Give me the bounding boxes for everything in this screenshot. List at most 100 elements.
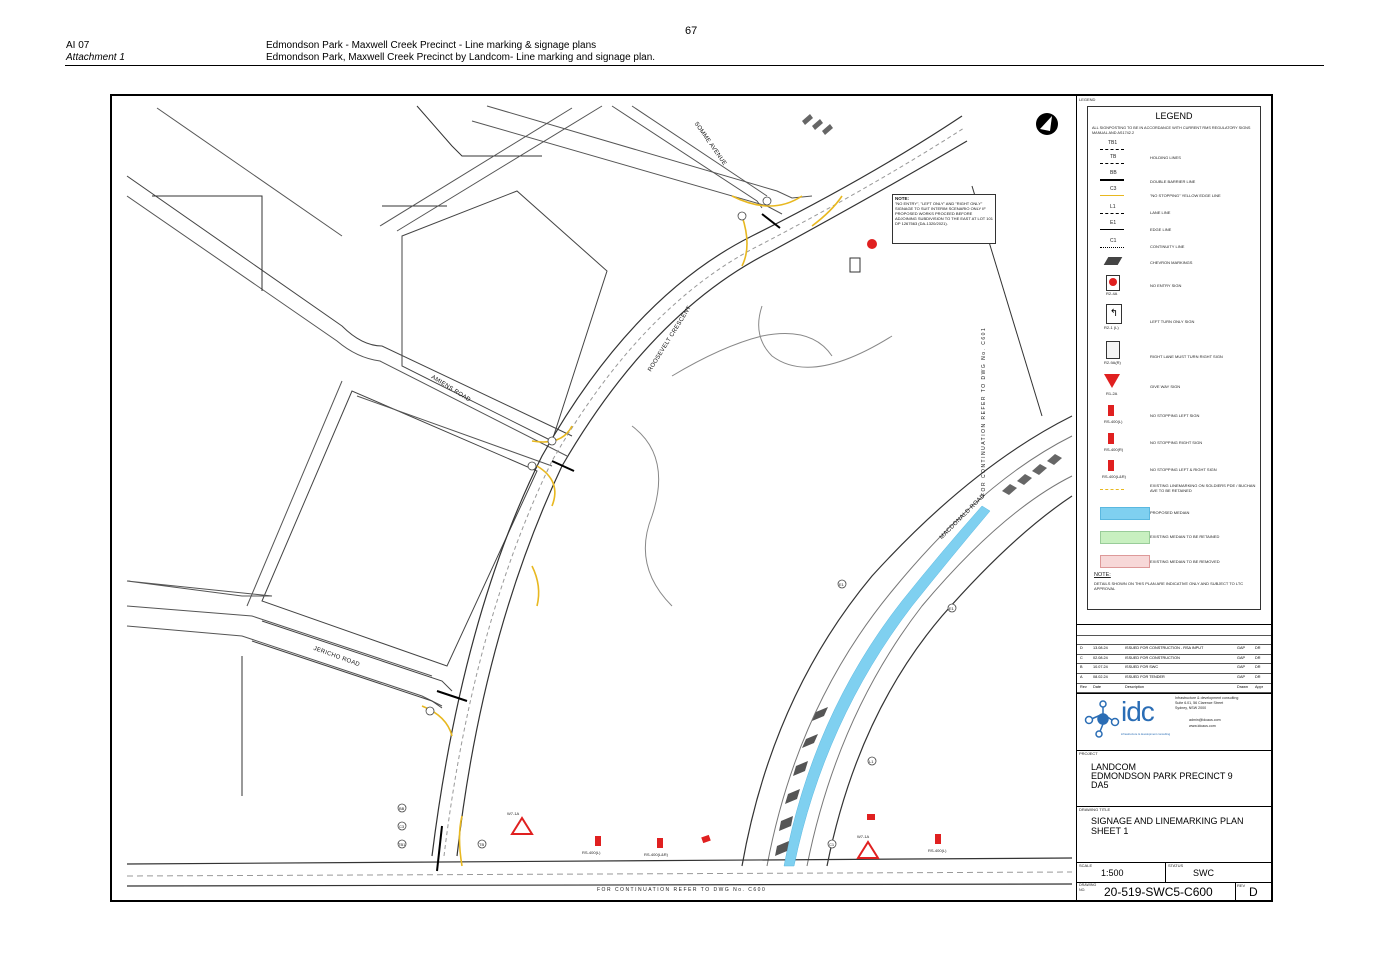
legend-label-removed-median: EXISTING MEDIAN TO BE REMOVED bbox=[1150, 559, 1220, 564]
legend-label-chevron: CHEVRON MARKINGS bbox=[1150, 260, 1193, 265]
revision-cell: D bbox=[1080, 646, 1083, 651]
revision-cell: 08.02.24 bbox=[1093, 675, 1108, 679]
project-line-2: EDMONDSON PARK PRECINCT 9 bbox=[1091, 771, 1233, 781]
callout-e1: E1 bbox=[839, 582, 844, 587]
legend-code-l1: L1 bbox=[1110, 204, 1116, 210]
legend-label-no-entry: NO ENTRY SIGN bbox=[1150, 283, 1182, 288]
drawing-no-value: 20-519-SWC5-C600 bbox=[1104, 885, 1213, 899]
revision-cell: ISSUED FOR CONSTRUCTION bbox=[1125, 655, 1180, 660]
legend-code-r24a: R2-4A bbox=[1106, 291, 1118, 296]
header-title-1: Edmondson Park - Maxwell Creek Precinct … bbox=[266, 40, 597, 51]
sign-label-rs-lr: RS-400(L&R) bbox=[644, 852, 669, 857]
scale-label: SCALE bbox=[1079, 863, 1093, 868]
legend-right-lane-icon bbox=[1106, 341, 1120, 359]
legend-code-rs400l: RS-400(L) bbox=[1104, 419, 1123, 424]
header-item: AI 07 bbox=[66, 40, 90, 51]
legend-left-turn-icon: ↰ bbox=[1106, 304, 1122, 324]
legend-no-stop-left-icon bbox=[1108, 405, 1114, 416]
legend-label-c3: "NO STOPPING" YELLOW EDGE LINE bbox=[1150, 193, 1221, 198]
revision-cell: GAP bbox=[1237, 675, 1246, 679]
legend-code-c1: C1 bbox=[1110, 238, 1117, 244]
callout-c3: C3 bbox=[399, 824, 405, 829]
legend-code-e1: E1 bbox=[1110, 220, 1117, 226]
revision-cell: DR bbox=[1255, 655, 1261, 660]
drawing-note: NOTE: "NO ENTRY", "LEFT ONLY" AND "RIGHT… bbox=[892, 194, 996, 244]
revision-cell: DR bbox=[1255, 665, 1261, 670]
signs bbox=[510, 239, 941, 859]
revision-cell: Description bbox=[1125, 684, 1144, 689]
rev-value: D bbox=[1249, 885, 1258, 899]
project-line-3: DA5 bbox=[1091, 780, 1109, 790]
revision-table: D 13.08.24 ISSUED FOR CONSTRUCTION - RSA I… bbox=[1077, 624, 1271, 694]
revision-cell: 10.07.24 bbox=[1093, 665, 1108, 670]
revision-cell: GAP bbox=[1237, 646, 1246, 651]
north-arrow bbox=[1036, 113, 1058, 135]
header-rule bbox=[65, 65, 1324, 66]
drawing-no-label: DRAWING NO. bbox=[1079, 883, 1097, 892]
legend-intro: ALL SIGNPOSTING TO BE IN ACCORDANCE WITH… bbox=[1092, 126, 1251, 135]
legend-note-title: NOTE: bbox=[1094, 572, 1111, 578]
scale-value: 1:500 bbox=[1101, 868, 1124, 878]
legend-label-bb: DOUBLE BARRIER LINE bbox=[1150, 179, 1196, 184]
rev-label: REV bbox=[1237, 883, 1246, 888]
callout-tb1: TB1 bbox=[398, 842, 406, 847]
callout-tb: TB bbox=[479, 842, 485, 847]
revision-cell: DR bbox=[1255, 675, 1261, 679]
continuation-right: FOR CONTINUATION REFER TO DWG No. C601 bbox=[981, 326, 987, 496]
legend-label-e1: EDGE LINE bbox=[1150, 227, 1172, 232]
continuation-bottom: FOR CONTINUATION REFER TO DWG No. C600 bbox=[597, 887, 767, 893]
title-block: LEGEND LEGEND ALL SIGNPOSTING TO BE IN A… bbox=[1076, 96, 1271, 900]
header-attachment: Attachment 1 bbox=[66, 52, 125, 63]
drawing-title-line-1: SIGNAGE AND LINEMARKING PLAN bbox=[1091, 816, 1244, 826]
legend-box: LEGEND ALL SIGNPOSTING TO BE IN ACCORDAN… bbox=[1087, 106, 1261, 610]
legend-note-text: DETAILS SHOWN ON THIS PLAN ARE INDICATIV… bbox=[1094, 581, 1244, 591]
legend-label-right-lane: RIGHT LANE MUST TURN RIGHT SIGN bbox=[1150, 354, 1223, 359]
project-block: PROJECT LANDCOM EDMONDSON PARK PRECINCT … bbox=[1077, 750, 1271, 807]
sign-label-giveway: W7-1A bbox=[507, 811, 520, 816]
legend-code-tb1: TB1 bbox=[1108, 140, 1118, 146]
legend-code-r12a: R1-2A bbox=[1106, 391, 1118, 396]
revision-cell: GAP bbox=[1237, 665, 1246, 670]
revision-cell: ISSUED FOR CONSTRUCTION - RSA INPUT bbox=[1125, 646, 1204, 651]
callout-bb: BB bbox=[399, 806, 405, 811]
legend-swatch-removed-median bbox=[1100, 555, 1150, 568]
legend-label-left-turn: LEFT TURN ONLY SIGN bbox=[1150, 319, 1195, 324]
legend-label-no-stop-right: NO STOPPING RIGHT SIGN bbox=[1150, 440, 1203, 445]
legend-title: LEGEND bbox=[1155, 111, 1193, 121]
legend-code-bb: BB bbox=[1110, 170, 1117, 176]
callout-e1-2: E1 bbox=[949, 606, 954, 611]
company-address-3: Sydney, NSW 2000 bbox=[1175, 706, 1207, 710]
legend-label-c1: CONTINUITY LINE bbox=[1150, 244, 1185, 249]
revision-cell: Appr bbox=[1255, 684, 1264, 689]
legend-small-title: LEGEND bbox=[1079, 97, 1096, 102]
revision-cell: B bbox=[1080, 665, 1083, 670]
legend-swatch-proposed-median bbox=[1100, 507, 1150, 520]
legend-label-no-stop-left: NO STOPPING LEFT SIGN bbox=[1150, 413, 1200, 418]
scale-status-row: SCALE 1:500 STATUS SWC bbox=[1077, 862, 1271, 883]
revision-cell: Rev bbox=[1080, 684, 1087, 689]
callout-l1: L1 bbox=[869, 759, 874, 764]
legend-label-holding: HOLDING LINES bbox=[1150, 155, 1181, 160]
header-title-2: Edmondson Park, Maxwell Creek Precinct b… bbox=[266, 52, 656, 63]
status-label: STATUS bbox=[1168, 863, 1184, 868]
legend-code-tb: TB bbox=[1110, 154, 1117, 160]
drawing-title-line-2: SHEET 1 bbox=[1091, 826, 1129, 836]
legend-no-stop-lr-icon bbox=[1108, 460, 1114, 471]
sign-label-giveway-2: W7-1A bbox=[857, 834, 870, 839]
company-block: idc infrastructure & development consult… bbox=[1077, 692, 1271, 751]
idc-logo-text: idc bbox=[1121, 696, 1155, 727]
revision-cell: C bbox=[1080, 655, 1083, 660]
drawing-number-row: DRAWING NO. 20-519-SWC5-C600 REV D bbox=[1077, 882, 1271, 900]
page-number: 67 bbox=[685, 25, 698, 37]
legend-label-l1: LANE LINE bbox=[1150, 210, 1171, 215]
revision-cell: ISSUED FOR SWC bbox=[1125, 665, 1159, 670]
drawing-title-label: DRAWING TITLE bbox=[1079, 807, 1111, 812]
project-label: PROJECT bbox=[1079, 751, 1098, 756]
legend-code-rs400r: RS-400(R) bbox=[1104, 447, 1124, 452]
revision-cell: ISSUED FOR TENDER bbox=[1125, 675, 1165, 679]
revision-cell: DR bbox=[1255, 646, 1261, 651]
legend-code-c3: C3 bbox=[1110, 186, 1117, 192]
callout-c1: C1 bbox=[829, 842, 835, 847]
status-value: SWC bbox=[1193, 868, 1214, 878]
legend-code-r21: R2-1 (L) bbox=[1104, 325, 1119, 330]
